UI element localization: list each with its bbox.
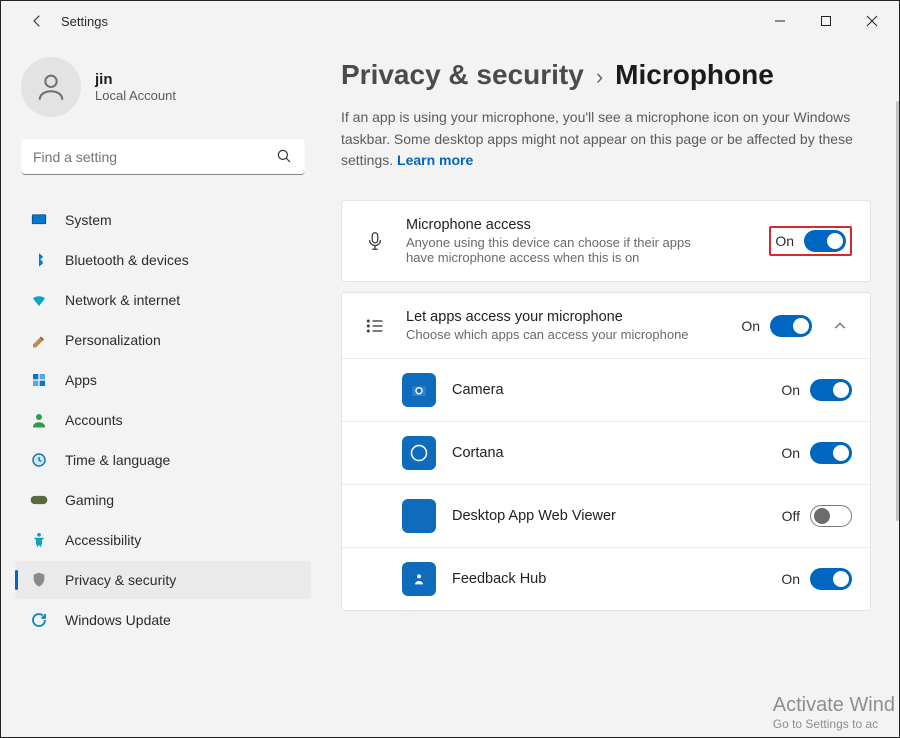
app-name: Feedback Hub	[452, 571, 765, 587]
card-mic-access: Microphone access Anyone using this devi…	[341, 200, 871, 282]
sidebar-item-system[interactable]: System	[15, 201, 311, 239]
sidebar-item-network-internet[interactable]: Network & internet	[15, 281, 311, 319]
mic-access-toggle[interactable]	[804, 230, 846, 252]
wifi-icon	[29, 290, 49, 310]
apps-icon	[29, 370, 49, 390]
sidebar-item-label: Bluetooth & devices	[65, 252, 189, 268]
person-icon	[29, 410, 49, 430]
window-title: Settings	[61, 14, 108, 29]
sidebar-item-apps[interactable]: Apps	[15, 361, 311, 399]
back-button[interactable]	[19, 3, 55, 39]
search-input[interactable]	[21, 139, 305, 175]
sidebar-item-accounts[interactable]: Accounts	[15, 401, 311, 439]
nav-list: System Bluetooth & devices Network & inter…	[15, 201, 311, 639]
app-row-camera: Camera On	[342, 358, 870, 421]
update-icon	[29, 610, 49, 630]
main-content: Privacy & security › Microphone If an ap…	[321, 41, 899, 737]
app-icon	[402, 499, 436, 533]
app-row-cortana: Cortana On	[342, 421, 870, 484]
app-name: Desktop App Web Viewer	[452, 508, 766, 524]
mic-access-toggle-group: On	[769, 226, 852, 256]
sidebar-item-time-language[interactable]: Time & language	[15, 441, 311, 479]
search-box[interactable]	[21, 139, 305, 175]
sidebar-item-label: Network & internet	[65, 292, 180, 308]
gamepad-icon	[29, 490, 49, 510]
app-row-desktop-app-web-viewer: Desktop App Web Viewer Off	[342, 484, 870, 547]
app-toggle-label: On	[781, 445, 800, 461]
brush-icon	[29, 330, 49, 350]
sidebar-item-label: Gaming	[65, 492, 114, 508]
titlebar: Settings	[1, 1, 899, 41]
app-toggle-label: On	[781, 571, 800, 587]
breadcrumb-parent[interactable]: Privacy & security	[341, 59, 584, 91]
microphone-icon	[360, 230, 390, 252]
app-row-feedback-hub: Feedback Hub On	[342, 547, 870, 610]
app-toggle-label: On	[781, 382, 800, 398]
expand-collapse-button[interactable]	[828, 319, 852, 333]
mic-access-sub: Anyone using this device can choose if t…	[406, 235, 706, 265]
sidebar-item-label: Privacy & security	[65, 572, 176, 588]
profile-subtitle: Local Account	[95, 88, 176, 103]
close-button[interactable]	[849, 5, 895, 37]
bluetooth-icon	[29, 250, 49, 270]
app-toggle[interactable]	[810, 442, 852, 464]
sidebar-item-label: Personalization	[65, 332, 161, 348]
search-icon	[275, 147, 293, 170]
sidebar-item-accessibility[interactable]: Accessibility	[15, 521, 311, 559]
let-apps-toggle-label: On	[741, 318, 760, 334]
sidebar-item-label: Apps	[65, 372, 97, 388]
sidebar-item-label: Accounts	[65, 412, 123, 428]
sidebar-item-label: Windows Update	[65, 612, 171, 628]
breadcrumb-current: Microphone	[615, 59, 774, 91]
clock-icon	[29, 450, 49, 470]
sidebar-item-bluetooth-devices[interactable]: Bluetooth & devices	[15, 241, 311, 279]
profile-name: jin	[95, 71, 176, 88]
sidebar-item-label: Time & language	[65, 452, 170, 468]
let-apps-toggle-group: On	[741, 315, 812, 337]
access-icon	[29, 530, 49, 550]
activation-watermark: Activate Wind Go to Settings to ac	[773, 694, 895, 731]
let-apps-sub: Choose which apps can access your microp…	[406, 327, 706, 342]
sidebar-item-label: System	[65, 212, 112, 228]
profile-block[interactable]: jin Local Account	[15, 51, 311, 139]
page-description: If an app is using your microphone, you'…	[341, 107, 861, 172]
card-let-apps: Let apps access your microphone Choose w…	[341, 292, 871, 611]
mic-access-title: Microphone access	[406, 217, 753, 233]
shield-icon	[29, 570, 49, 590]
maximize-button[interactable]	[803, 5, 849, 37]
scrollbar[interactable]	[896, 101, 899, 521]
avatar	[21, 57, 81, 117]
app-icon	[402, 373, 436, 407]
app-icon	[402, 562, 436, 596]
app-name: Cortana	[452, 445, 765, 461]
sidebar-item-privacy-security[interactable]: Privacy & security	[15, 561, 311, 599]
sidebar-item-personalization[interactable]: Personalization	[15, 321, 311, 359]
sidebar-item-windows-update[interactable]: Windows Update	[15, 601, 311, 639]
sidebar-item-label: Accessibility	[65, 532, 141, 548]
app-icon	[402, 436, 436, 470]
app-toggle[interactable]	[810, 568, 852, 590]
list-icon	[360, 316, 390, 336]
app-name: Camera	[452, 382, 765, 398]
app-toggle-label: Off	[782, 508, 800, 524]
mic-access-toggle-label: On	[775, 233, 794, 249]
chevron-right-icon: ›	[596, 64, 603, 90]
let-apps-title: Let apps access your microphone	[406, 309, 725, 325]
breadcrumb: Privacy & security › Microphone	[341, 59, 871, 91]
app-toggle[interactable]	[810, 505, 852, 527]
let-apps-toggle[interactable]	[770, 315, 812, 337]
minimize-button[interactable]	[757, 5, 803, 37]
sidebar: jin Local Account System Bluetooth & devi…	[1, 41, 321, 737]
display-icon	[29, 210, 49, 230]
learn-more-link[interactable]: Learn more	[397, 152, 473, 168]
sidebar-item-gaming[interactable]: Gaming	[15, 481, 311, 519]
app-toggle[interactable]	[810, 379, 852, 401]
